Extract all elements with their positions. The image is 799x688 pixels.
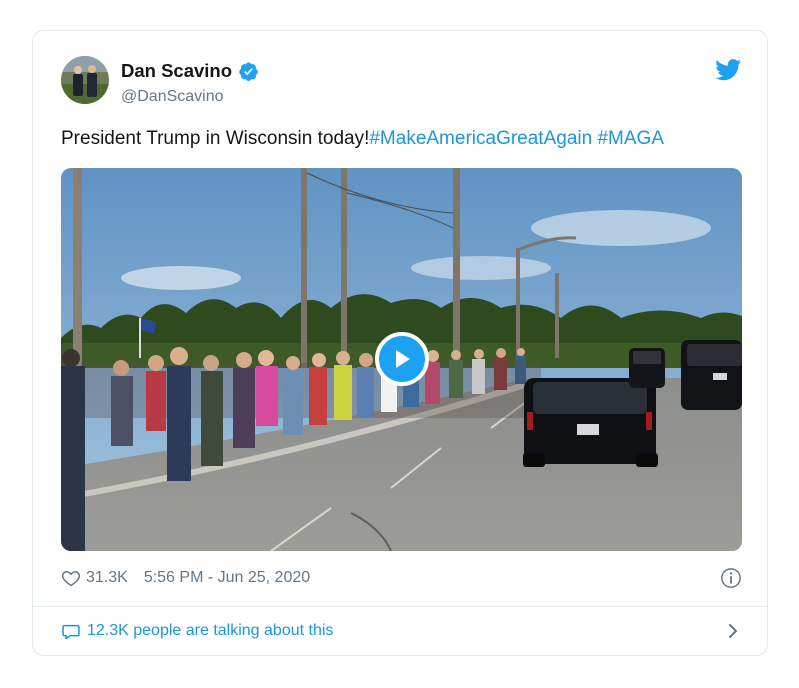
chevron-right-icon[interactable] bbox=[726, 621, 740, 641]
hashtag-link[interactable]: #MakeAmericaGreatAgain bbox=[369, 128, 592, 149]
video-thumbnail[interactable] bbox=[61, 168, 742, 551]
verified-badge-icon bbox=[238, 61, 259, 82]
author-row: Dan Scavino bbox=[121, 60, 259, 82]
tweet-card: Dan Scavino @DanScavino President Trump … bbox=[32, 30, 768, 656]
tweet-timestamp[interactable]: 5:56 PM - Jun 25, 2020 bbox=[144, 569, 310, 587]
play-icon bbox=[396, 350, 410, 368]
twitter-bird-icon[interactable] bbox=[715, 59, 742, 81]
comment-bubble-icon bbox=[61, 621, 81, 641]
author-handle[interactable]: @DanScavino bbox=[121, 88, 224, 106]
avatar[interactable] bbox=[61, 56, 109, 104]
like-count[interactable]: 31.3K bbox=[86, 569, 128, 587]
play-button[interactable] bbox=[375, 332, 429, 386]
conversation-text[interactable]: 12.3K people are talking about this bbox=[87, 622, 333, 640]
tweet-meta: 31.3K 5:56 PM - Jun 25, 2020 bbox=[61, 566, 742, 590]
tweet-text: President Trump in Wisconsin today!#Make… bbox=[61, 128, 664, 150]
divider bbox=[33, 606, 767, 607]
tweet-text-plain: President Trump in Wisconsin today! bbox=[61, 128, 370, 149]
info-icon[interactable] bbox=[720, 567, 742, 589]
author-name[interactable]: Dan Scavino bbox=[121, 60, 232, 82]
conversation-link[interactable]: 12.3K people are talking about this bbox=[61, 619, 742, 643]
hashtag-link[interactable]: #MAGA bbox=[597, 128, 664, 149]
heart-icon[interactable] bbox=[61, 568, 81, 588]
